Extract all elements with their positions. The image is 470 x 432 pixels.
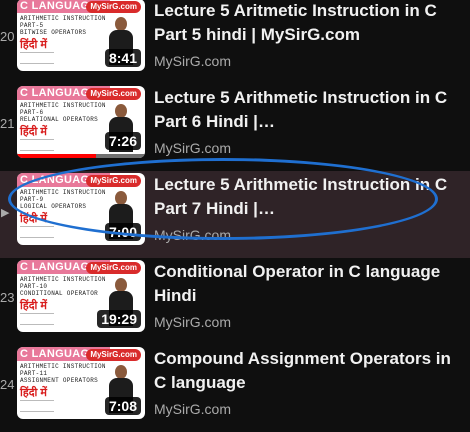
thumb-detail [20,139,54,151]
thumb-line: CONDITIONAL OPERATOR [20,290,99,297]
thumb-detail [20,226,54,238]
channel-logo: MySirG.com [86,175,141,187]
thumb-hindi: हिंदी में [20,387,48,399]
duration-badge: 7:08 [104,397,141,415]
item-index: 20 [0,29,15,44]
thumb-line: ASSIGNMENT OPERATORS [20,377,99,384]
duration-badge: 7:26 [104,132,141,150]
duration-badge: 7:00 [104,223,141,241]
duration-badge: 8:41 [104,49,141,67]
thumb-detail [20,313,54,325]
item-index: 21 [0,116,15,131]
channel-logo: MySirG.com [86,88,141,100]
playlist-item[interactable]: 23 C LANGUAGE MySirG.com ARITHMETIC INST… [0,258,470,345]
playlist-item-now-playing[interactable]: ▶ C LANGUAGE MySirG.com ARITHMETIC INSTR… [0,171,470,258]
playlist-item[interactable]: 24 C LANGUAGE MySirG.com ARITHMETIC INST… [0,345,470,432]
channel-logo: MySirG.com [86,262,141,274]
thumb-detail [20,400,54,412]
thumb-line: ARITHMETIC INSTRUCTION [20,15,106,22]
channel-logo: MySirG.com [86,1,141,13]
thumb-hindi: हिंदी में [20,300,48,312]
thumb-hindi: हिंदी में [20,126,48,138]
thumb-line: PART-5 [20,22,44,29]
video-title[interactable]: Lecture 5 Aritmetic Instruction in C Par… [154,0,454,47]
video-title[interactable]: Conditional Operator in C language Hindi [154,260,454,308]
duration-badge: 19:29 [97,310,141,328]
play-arrow-icon: ▶ [1,207,10,219]
channel-name[interactable]: MySirG.com [154,53,231,69]
item-index: 24 [0,377,15,392]
thumb-hindi: हिंदी में [20,213,48,225]
channel-name[interactable]: MySirG.com [154,140,231,156]
video-title[interactable]: Lecture 5 Arithmetic Instruction in C Pa… [154,173,454,221]
channel-name[interactable]: MySirG.com [154,314,231,330]
channel-name[interactable]: MySirG.com [154,401,231,417]
video-title[interactable]: Lecture 5 Arithmetic Instruction in C Pa… [154,86,454,134]
thumb-line: PART-11 [20,370,48,377]
video-thumbnail[interactable]: C LANGUAGE MySirG.com ARITHMETIC INSTRUC… [17,0,145,71]
thumb-detail [20,52,54,64]
channel-name[interactable]: MySirG.com [154,227,231,243]
watch-progress-bar [17,154,97,158]
item-index: 23 [0,290,15,305]
thumb-line: LOGICAL OPERATORS [20,203,87,210]
thumb-line: ARITHMETIC INSTRUCTION [20,276,106,283]
thumb-line: PART-9 [20,196,44,203]
video-thumbnail[interactable]: C LANGUAGE MySirG.com ARITHMETIC INSTRUC… [17,86,145,158]
thumb-line: PART-6 [20,109,44,116]
thumb-line: ARITHMETIC INSTRUCTION [20,189,106,196]
playlist-item[interactable]: 20 C LANGUAGE MySirG.com ARITHMETIC INST… [0,0,470,84]
thumb-line: PART-10 [20,283,48,290]
video-thumbnail[interactable]: C LANGUAGE MySirG.com ARITHMETIC INSTRUC… [17,260,145,332]
video-thumbnail[interactable]: C LANGUAGE MySirG.com ARITHMETIC INSTRUC… [17,173,145,245]
channel-logo: MySirG.com [86,349,141,361]
thumb-line: BITWISE OPERATORS [20,29,87,36]
video-thumbnail[interactable]: C LANGUAGE MySirG.com ARITHMETIC INSTRUC… [17,347,145,419]
thumb-line: RELATIONAL OPERATORS [20,116,99,123]
thumb-line: ARITHMETIC INSTRUCTION [20,363,106,370]
video-title[interactable]: Compound Assignment Operators in C langu… [154,347,454,395]
thumb-hindi: हिंदी में [20,39,48,51]
playlist-item[interactable]: 21 C LANGUAGE MySirG.com ARITHMETIC INST… [0,84,470,171]
thumb-line: ARITHMETIC INSTRUCTION [20,102,106,109]
